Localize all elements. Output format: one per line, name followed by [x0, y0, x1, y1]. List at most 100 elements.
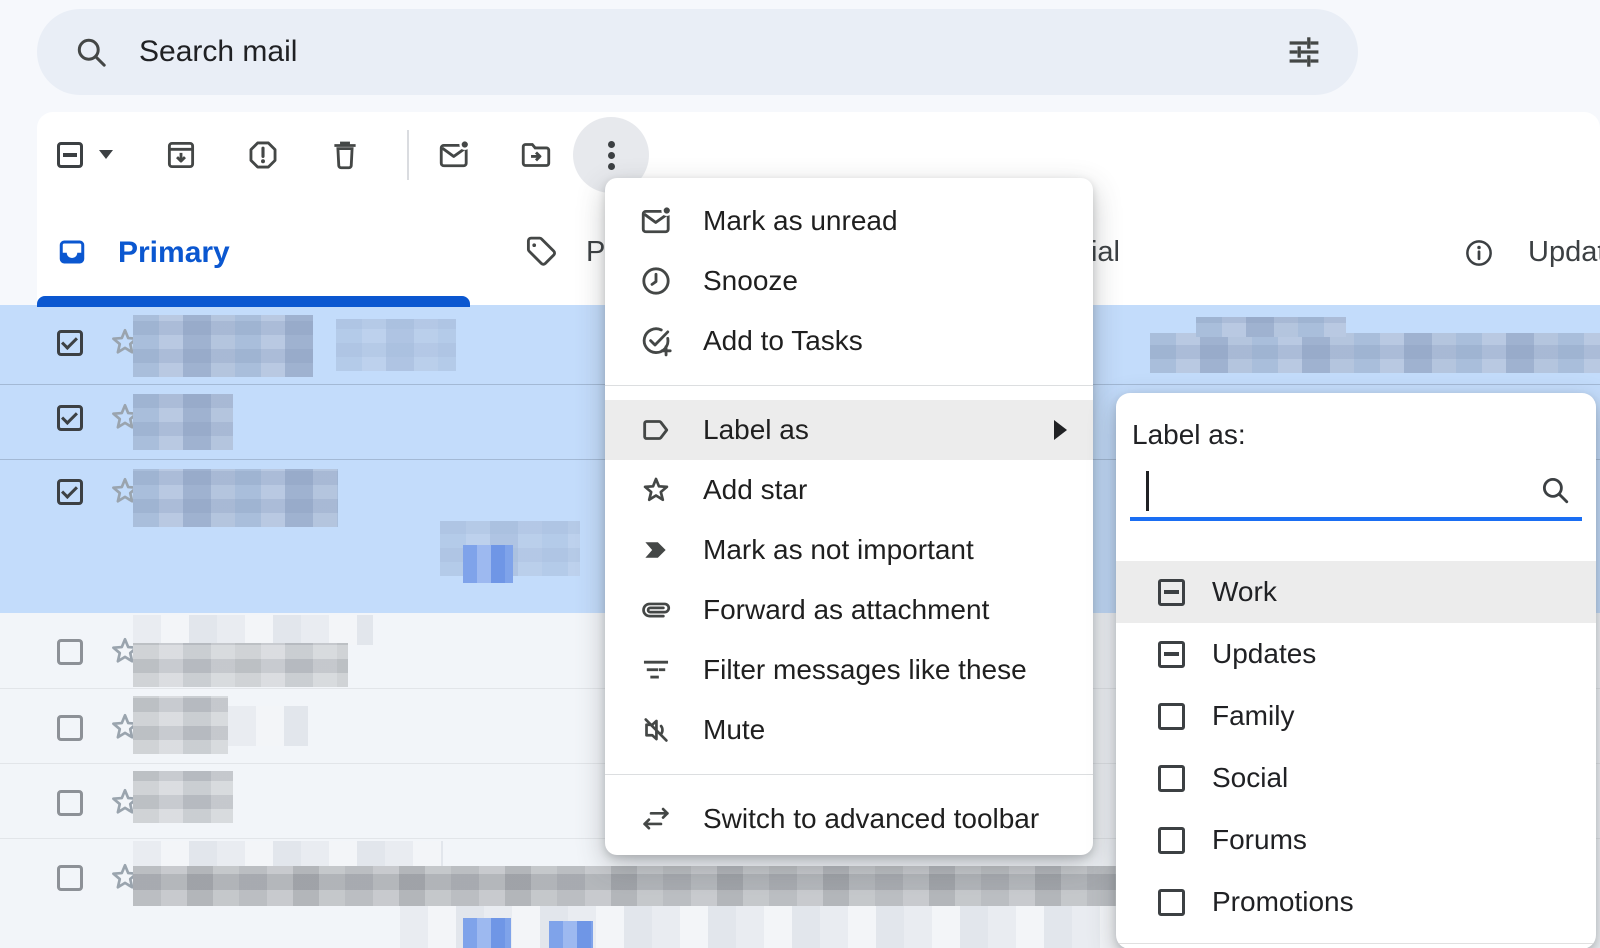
menu-item-mute[interactable]: Mute	[605, 700, 1093, 760]
row-checkbox[interactable]	[57, 790, 83, 816]
label-option-text: Social	[1212, 762, 1288, 794]
search-icon[interactable]	[73, 34, 109, 70]
menu-item-label: Switch to advanced toolbar	[703, 803, 1039, 835]
label-icon	[639, 413, 673, 447]
switch-toolbar-icon	[639, 802, 673, 836]
label-option-updates[interactable]: Updates	[1116, 623, 1596, 685]
not-important-icon	[639, 533, 673, 567]
snooze-icon	[639, 264, 673, 298]
label-option-text: Promotions	[1212, 886, 1354, 918]
label-option-forums[interactable]: Forums	[1116, 809, 1596, 871]
more-options-menu: Mark as unread Snooze Add to Tasks	[605, 178, 1093, 855]
archive-icon[interactable]	[164, 138, 198, 172]
label-search-input[interactable]	[1130, 465, 1582, 521]
menu-item-label: Snooze	[703, 265, 798, 297]
row-checkbox[interactable]	[57, 405, 83, 431]
filter-icon	[639, 653, 673, 687]
label-option-family[interactable]: Family	[1116, 685, 1596, 747]
submenu-title: Label as:	[1132, 419, 1596, 453]
menu-item-mark-not-important[interactable]: Mark as not important	[605, 520, 1093, 580]
label-checkbox[interactable]	[1158, 703, 1185, 730]
select-all-checkbox[interactable]	[57, 142, 83, 168]
label-as-submenu: Label as: Work Updates Family	[1116, 393, 1596, 948]
menu-divider	[605, 385, 1093, 386]
menu-item-label: Add star	[703, 474, 807, 506]
redacted-text-block	[133, 771, 233, 823]
label-option-text: Updates	[1212, 638, 1316, 670]
add-star-icon	[639, 473, 673, 507]
label-option-work[interactable]: Work	[1116, 561, 1596, 623]
mark-unread-icon	[639, 204, 673, 238]
redacted-text-block	[133, 469, 338, 527]
menu-item-label: Forward as attachment	[703, 594, 989, 626]
tab-primary[interactable]: Primary	[118, 236, 230, 270]
delete-icon[interactable]	[328, 138, 362, 172]
row-checkbox[interactable]	[57, 330, 83, 356]
promotions-tag-icon[interactable]	[524, 235, 558, 269]
redacted-text-block	[228, 706, 308, 746]
label-options-list: Work Updates Family Social Forums Promot…	[1116, 561, 1596, 933]
redacted-text-block	[1150, 333, 1600, 373]
tab-updates[interactable]: Updates	[1528, 236, 1600, 269]
redacted-text-block	[133, 696, 228, 754]
row-checkbox[interactable]	[57, 865, 83, 891]
label-option-text: Forums	[1212, 824, 1307, 856]
menu-item-label: Label as	[703, 414, 809, 446]
label-option-promotions[interactable]: Promotions	[1116, 871, 1596, 933]
menu-item-add-to-tasks[interactable]: Add to Tasks	[605, 311, 1093, 371]
row-checkbox[interactable]	[57, 715, 83, 741]
label-checkbox[interactable]	[1158, 827, 1185, 854]
menu-item-label: Mute	[703, 714, 765, 746]
menu-item-label: Mark as not important	[703, 534, 974, 566]
text-cursor	[1146, 471, 1149, 511]
search-icon	[1538, 473, 1572, 507]
row-checkbox[interactable]	[57, 639, 83, 665]
redacted-text-block	[133, 643, 348, 687]
menu-item-label-as[interactable]: Label as	[605, 400, 1093, 460]
redacted-text-block	[336, 319, 456, 371]
attachment-icon	[639, 593, 673, 627]
redacted-text-block	[549, 921, 593, 948]
mute-icon	[639, 713, 673, 747]
submenu-arrow-icon	[1054, 420, 1067, 440]
menu-item-label: Mark as unread	[703, 205, 898, 237]
menu-item-mark-as-unread[interactable]: Mark as unread	[605, 191, 1093, 251]
label-checkbox[interactable]	[1158, 579, 1185, 606]
search-bar[interactable]: Search mail	[37, 9, 1358, 95]
menu-item-switch-toolbar[interactable]: Switch to advanced toolbar	[605, 789, 1093, 849]
redacted-text-block	[133, 315, 313, 377]
label-option-text: Work	[1212, 576, 1277, 608]
tune-icon[interactable]	[1286, 34, 1322, 70]
move-to-icon[interactable]	[519, 138, 553, 172]
label-checkbox[interactable]	[1158, 641, 1185, 668]
menu-item-snooze[interactable]: Snooze	[605, 251, 1093, 311]
select-dropdown-caret-icon[interactable]	[99, 150, 113, 159]
menu-divider	[605, 774, 1093, 775]
toolbar-divider	[407, 130, 409, 180]
redacted-text-block	[463, 918, 511, 948]
active-tab-indicator	[37, 296, 470, 307]
menu-item-label: Filter messages like these	[703, 654, 1027, 686]
primary-inbox-icon	[57, 237, 87, 267]
label-checkbox[interactable]	[1158, 889, 1185, 916]
redacted-text-block	[1196, 317, 1346, 337]
more-vertical-icon	[608, 137, 615, 174]
menu-item-add-star[interactable]: Add star	[605, 460, 1093, 520]
gmail-window: Search mail	[0, 0, 1600, 948]
label-option-text: Family	[1212, 700, 1294, 732]
label-option-social[interactable]: Social	[1116, 747, 1596, 809]
search-input[interactable]: Search mail	[139, 35, 1286, 69]
label-checkbox[interactable]	[1158, 765, 1185, 792]
redacted-text-block	[133, 394, 233, 450]
menu-item-label: Add to Tasks	[703, 325, 863, 357]
report-spam-icon[interactable]	[246, 138, 280, 172]
menu-item-forward-as-attachment[interactable]: Forward as attachment	[605, 580, 1093, 640]
info-icon[interactable]	[1464, 238, 1494, 268]
menu-item-filter-messages[interactable]: Filter messages like these	[605, 640, 1093, 700]
redacted-text-block	[133, 615, 373, 645]
redacted-text-block	[463, 545, 513, 583]
row-checkbox[interactable]	[57, 479, 83, 505]
add-to-tasks-icon	[639, 324, 673, 358]
submenu-divider	[1116, 943, 1596, 944]
mark-unread-icon[interactable]	[437, 138, 471, 172]
